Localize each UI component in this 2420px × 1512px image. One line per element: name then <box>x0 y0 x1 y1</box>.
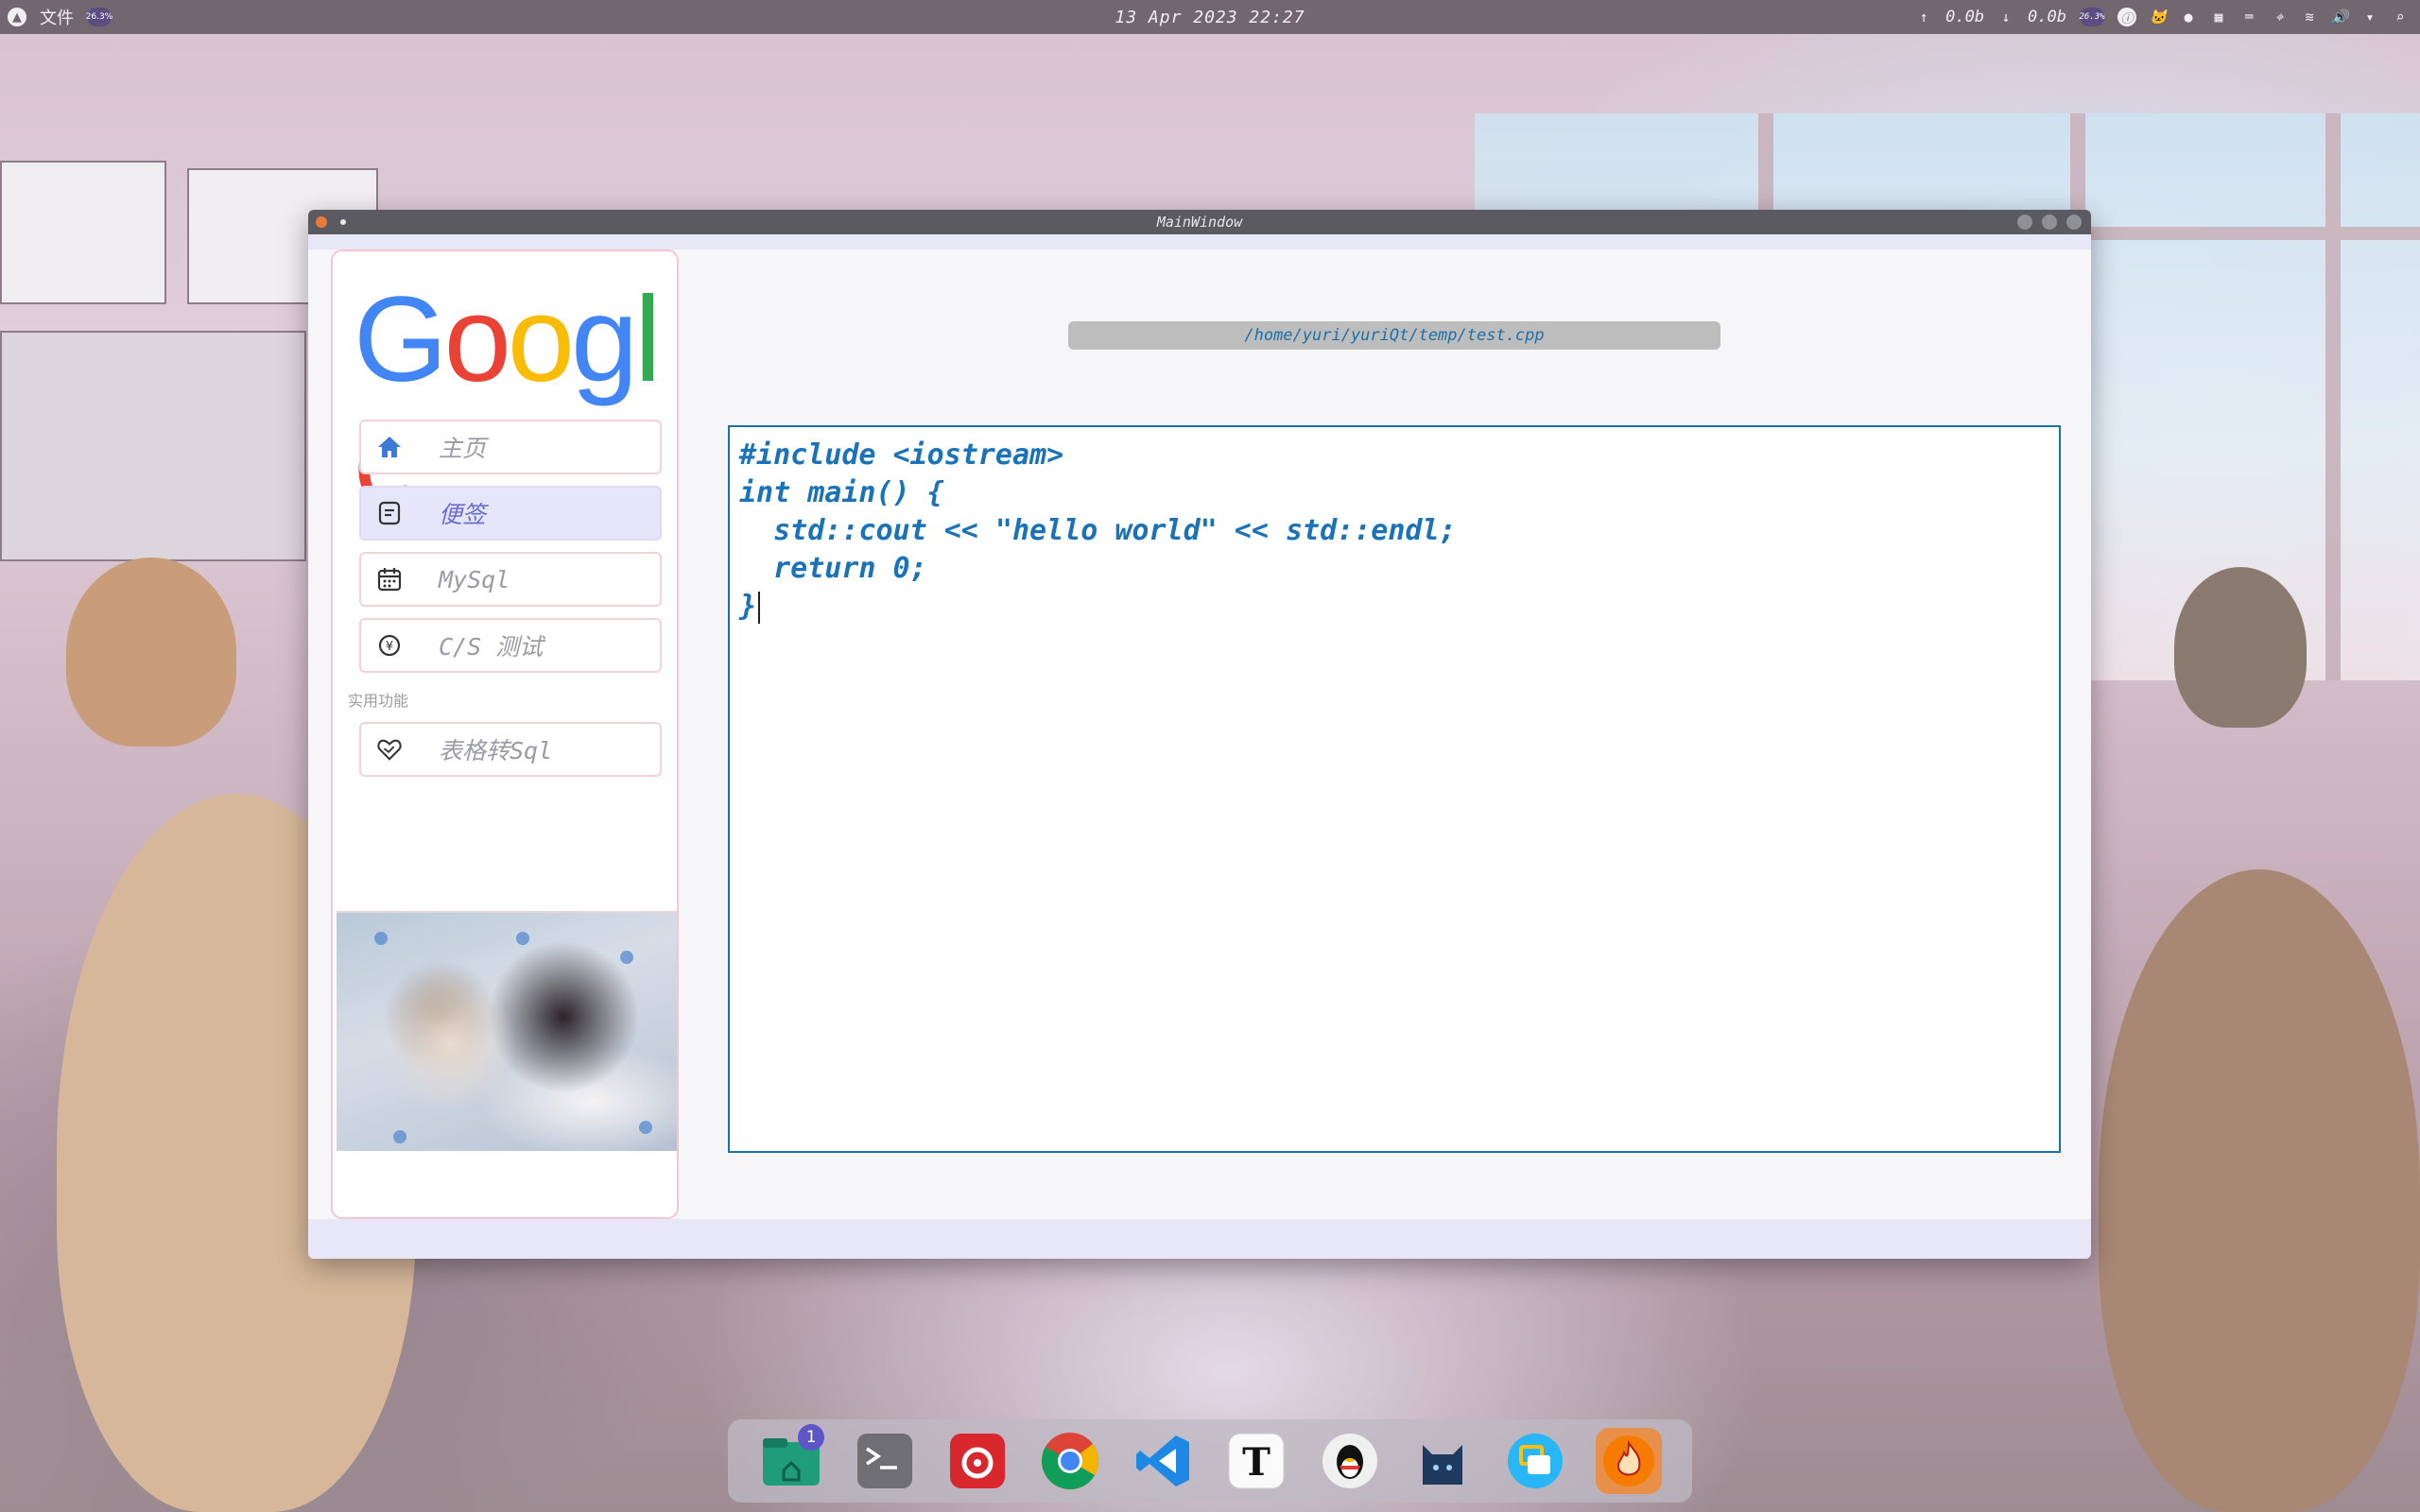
wallpaper-sketch <box>0 161 166 304</box>
cpu-tray-badge[interactable]: 26.3% <box>2079 8 2105 26</box>
sidebar: Google 主页 便签 <box>331 249 679 1219</box>
location-icon[interactable]: ⌖ <box>2271 9 2288 26</box>
close-button[interactable] <box>2066 215 2082 230</box>
currency-exchange-icon: ¥ <box>376 632 403 659</box>
dock-item-qq[interactable] <box>1317 1428 1383 1494</box>
code-line: #include <iostream> <box>739 438 1064 472</box>
dock-item-screenshot[interactable] <box>1502 1428 1568 1494</box>
wallpaper-figure <box>2174 567 2307 728</box>
dock-item-file-manager[interactable]: 1 <box>758 1424 825 1494</box>
file-path-bar[interactable]: /home/yuri/yuriQt/temp/test.cpp <box>1068 321 1720 350</box>
dock-item-typora[interactable]: T <box>1223 1428 1289 1494</box>
code-line: return 0; <box>739 552 927 585</box>
dock: 1 T <box>728 1419 1692 1503</box>
sidebar-item-label: 主页 <box>439 435 487 462</box>
svg-text:T: T <box>1242 1440 1270 1485</box>
text-caret <box>758 591 761 624</box>
dock-item-clash[interactable] <box>1409 1428 1476 1494</box>
code-line: int main() { <box>739 476 944 509</box>
sidebar-item-mysql[interactable]: MySql <box>359 552 662 607</box>
upload-arrow-icon: ↑ <box>1919 9 1928 26</box>
app-menu[interactable]: 文件 <box>40 5 74 29</box>
volume-icon[interactable]: 🔊 <box>2331 9 2349 26</box>
window-titlebar[interactable]: MainWindow <box>308 210 2091 234</box>
search-icon[interactable]: ⌕ <box>2392 9 2409 26</box>
content-panel: Google 主页 便签 <box>308 249 2091 1219</box>
dock-item-terminal[interactable] <box>852 1428 918 1494</box>
download-arrow-icon: ↓ <box>2001 9 2011 26</box>
dock-item-netease-music[interactable] <box>944 1428 1011 1494</box>
dock-item-flame[interactable] <box>1595 1428 1662 1494</box>
section-label-utilities: 实用功能 <box>348 692 409 710</box>
accessibility-icon[interactable]: ⓘ <box>2118 8 2136 26</box>
cat-icon[interactable]: 🐱 <box>2150 9 2168 26</box>
code-editor[interactable]: #include <iostream> int main() { std::co… <box>728 425 2061 1153</box>
code-line: std::cout << "hello world" << std::endl; <box>739 514 1457 547</box>
svg-text:¥: ¥ <box>386 640 393 654</box>
sidebar-item-label: 表格转Sql <box>439 737 553 765</box>
maximize-button[interactable] <box>2042 215 2057 230</box>
minimize-button[interactable] <box>2017 215 2032 230</box>
window-title: MainWindow <box>1156 214 1243 231</box>
sidebar-item-table-to-sql[interactable]: 表格转Sql <box>359 722 662 777</box>
calendar-icon <box>376 566 403 593</box>
sidebar-item-label: MySql <box>439 565 510 593</box>
code-line-text: } <box>739 590 757 623</box>
calendar-tray-icon[interactable]: ▦ <box>2210 9 2227 26</box>
chevron-down-icon[interactable]: ▾ <box>2361 9 2378 26</box>
clock[interactable]: 13 Apr 2023 22:27 <box>1115 8 1305 27</box>
app-icon <box>316 216 327 228</box>
wallpaper-figure <box>66 558 236 747</box>
launcher-icon[interactable]: ▲ <box>8 8 26 26</box>
home-icon <box>376 434 403 460</box>
cpu-indicator[interactable]: 26.3% <box>86 8 112 26</box>
penguin-icon[interactable]: ● <box>2180 9 2197 26</box>
dock-item-chrome[interactable] <box>1037 1428 1103 1494</box>
net-up-speed: 0.0b <box>1945 8 1985 26</box>
window-body: Google 主页 便签 <box>308 234 2091 1259</box>
wifi-icon[interactable]: ≋ <box>2301 9 2318 26</box>
net-down-speed: 0.0b <box>2028 8 2066 26</box>
sidebar-item-label: 便签 <box>439 501 487 528</box>
sidebar-item-cs-test[interactable]: ¥ C/S 测试 <box>359 618 662 673</box>
pin-icon[interactable] <box>340 219 346 225</box>
sidebar-artwork-image <box>337 911 677 1151</box>
heart-handshake-icon <box>376 736 403 763</box>
main-window: MainWindow Google 主页 <box>308 210 2091 1259</box>
note-icon <box>376 500 403 526</box>
sidebar-item-notes[interactable]: 便签 <box>359 486 662 541</box>
wallpaper-sketch <box>0 331 306 561</box>
keyboard-icon[interactable]: ⌨ <box>2240 9 2257 26</box>
wallpaper-figure <box>2099 869 2420 1512</box>
dock-item-vscode[interactable] <box>1131 1428 1197 1494</box>
sidebar-item-label: C/S 测试 <box>439 633 544 661</box>
notification-badge: 1 <box>798 1424 825 1451</box>
top-panel: ▲ 文件 26.3% 13 Apr 2023 22:27 ↑ 0.0b ↓ 0.… <box>0 0 2420 34</box>
sidebar-item-home[interactable]: 主页 <box>359 420 662 474</box>
code-line-last: } <box>739 588 2049 626</box>
